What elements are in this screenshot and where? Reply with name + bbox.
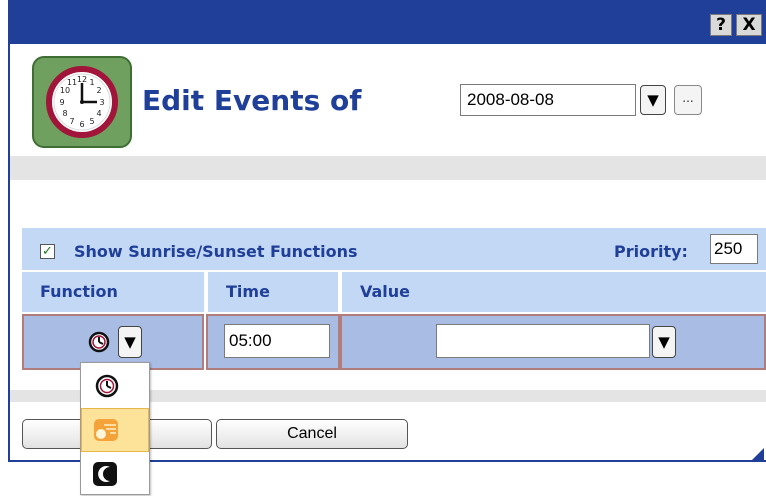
resize-grip[interactable] (752, 448, 764, 460)
column-header-time: Time (208, 272, 338, 312)
column-header-function: Function (22, 272, 204, 312)
svg-text:10: 10 (60, 86, 70, 95)
time-input[interactable]: 05:00 (224, 324, 330, 358)
value-dropdown-button[interactable]: ▼ (652, 326, 676, 358)
svg-text:8: 8 (62, 109, 67, 118)
show-sun-checkbox[interactable]: ✓ (40, 244, 55, 259)
svg-text:5: 5 (89, 117, 94, 126)
svg-text:11: 11 (67, 78, 77, 87)
priority-input[interactable]: 250 (710, 234, 758, 264)
svg-text:3: 3 (99, 98, 104, 107)
svg-text:1: 1 (89, 78, 94, 87)
show-sun-label[interactable]: Show Sunrise/Sunset Functions (74, 242, 358, 261)
moon-icon (93, 462, 117, 486)
date-input[interactable]: 2008-08-08 (460, 84, 636, 116)
svg-text:7: 7 (69, 117, 74, 126)
value-select[interactable] (436, 324, 650, 358)
close-button[interactable]: X (736, 14, 762, 36)
clock-icon (88, 331, 110, 353)
function-menu-item-moon[interactable] (81, 452, 149, 496)
cancel-button[interactable]: Cancel (216, 419, 408, 449)
svg-text:12: 12 (77, 75, 87, 84)
date-picker-button[interactable]: ... (674, 85, 702, 115)
separator-band (10, 156, 766, 180)
clock-icon: 12 12 345 678 91011 (46, 66, 118, 138)
help-button[interactable]: ? (710, 14, 732, 36)
column-header-value: Value (342, 272, 766, 312)
svg-text:9: 9 (59, 98, 64, 107)
svg-text:2: 2 (96, 86, 101, 95)
function-menu-item-sunrise[interactable] (81, 408, 149, 452)
function-menu-item-clock[interactable] (81, 364, 149, 408)
function-dropdown-button[interactable]: ▼ (118, 326, 142, 358)
page-title: Edit Events of (142, 84, 362, 117)
svg-text:6: 6 (79, 120, 84, 129)
function-menu (80, 362, 150, 495)
date-dropdown-button[interactable]: ▼ (640, 85, 666, 115)
sunrise-icon (94, 419, 118, 441)
svg-text:4: 4 (96, 109, 101, 118)
clock-logo: 12 1 2 345 678 9 10 11 (32, 56, 132, 148)
window-titlebar[interactable] (8, 0, 766, 44)
priority-label: Priority: (614, 242, 688, 261)
clock-icon (95, 374, 119, 398)
